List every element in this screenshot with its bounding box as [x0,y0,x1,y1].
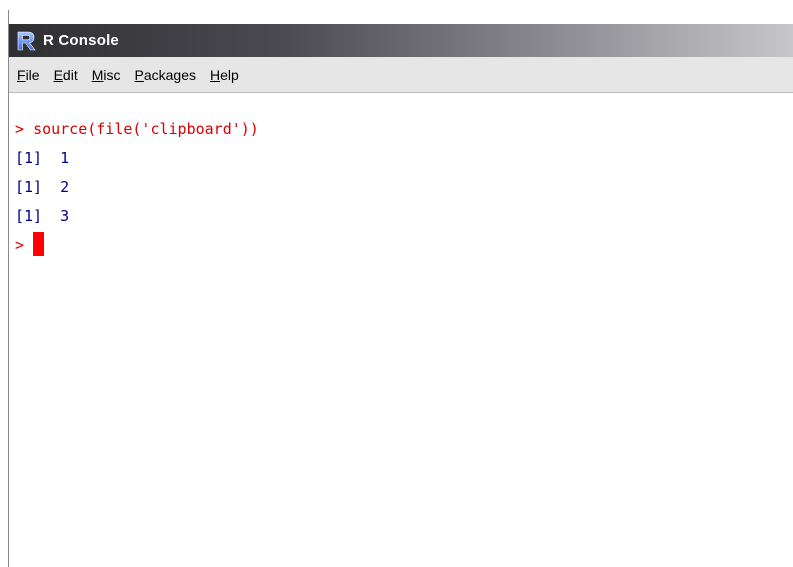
output-line: [1] 1 [15,149,70,167]
text-cursor [33,231,45,256]
menu-bar: File Edit Misc Packages Help [9,57,793,93]
menu-file-label: ile [25,66,40,83]
menu-file-accel: F [17,66,26,83]
window-title: R Console [43,32,119,49]
menu-misc-label: isc [103,66,121,83]
menu-file[interactable]: File [11,65,48,85]
output-line: [1] 3 [15,207,70,225]
menu-misc-accel: M [91,66,104,83]
r-console-window: R Console File Edit Misc Packages Help >… [8,10,793,567]
input-prompt: > [15,236,34,254]
menu-packages-label: ackages [143,66,197,83]
console-area[interactable]: > source(file('clipboard')) [1] 1 [1] 2 … [9,93,793,567]
command-line: > source(file('clipboard')) [15,115,793,144]
output-line: [1] 2 [15,178,70,196]
menu-help-label: elp [220,66,239,83]
menu-edit-accel: E [53,66,63,83]
command-prompt: > [15,120,34,138]
menu-edit[interactable]: Edit [48,65,86,85]
menu-help-accel: H [210,66,221,83]
title-bar[interactable]: R Console [9,24,793,57]
window-top-strip [9,10,793,24]
menu-misc[interactable]: Misc [86,65,129,85]
menu-edit-label: dit [62,66,78,83]
menu-packages-accel: P [134,66,144,83]
input-line[interactable]: > [15,231,793,260]
r-logo-icon [15,29,37,53]
menu-help[interactable]: Help [204,65,247,85]
menu-packages[interactable]: Packages [129,65,205,85]
command-text: source(file('clipboard')) [33,120,259,138]
